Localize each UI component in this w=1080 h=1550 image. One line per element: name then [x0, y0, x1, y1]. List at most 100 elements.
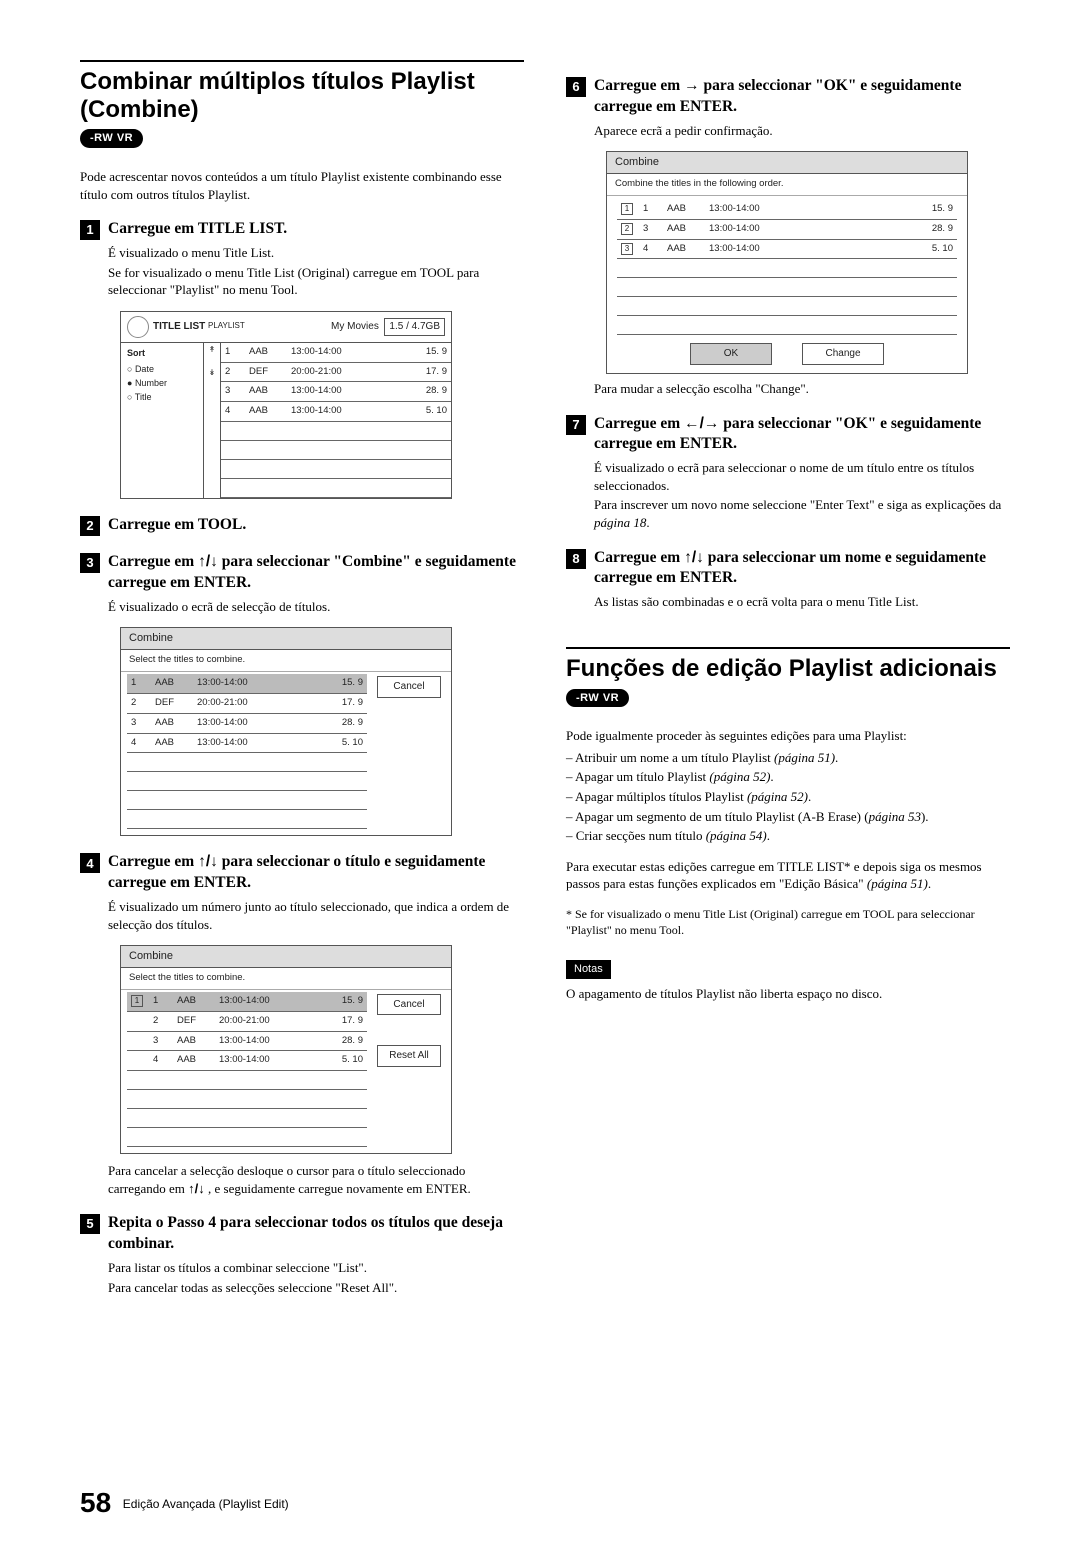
post-step4-b: , e seguidamente carregue novamente em E… [208, 1181, 471, 1196]
table-row-empty [617, 316, 957, 335]
arrow-first-icon: ↟ [209, 345, 216, 356]
title-list-sublabel: PLAYLIST [208, 321, 245, 332]
step-6: 6 Carregue em → para seleccionar "OK" e … [566, 76, 1010, 139]
disc-capacity: 1.5 / 4.7GB [384, 318, 445, 336]
sort-panel: Sort ○ Date ● Number ○ Title [121, 343, 204, 498]
sort-date[interactable]: ○ Date [127, 363, 197, 375]
change-button[interactable]: Change [802, 343, 884, 365]
section2-footnote: * Se for visualizado o menu Title List (… [566, 906, 1010, 938]
table-row[interactable]: 4AAB13:00-14:005. 10 [127, 1051, 367, 1071]
table-row-empty [617, 297, 957, 316]
step-7-head: 7 Carregue em ←/→ para seleccionar "OK" … [566, 414, 1010, 456]
table-row[interactable]: 2DEF20:00-21:0017. 9 [127, 693, 367, 713]
page-ref: página 18 [594, 515, 646, 530]
list-item: Apagar um segmento de um título Playlist… [566, 808, 1010, 826]
intro-paragraph: Pode acrescentar novos conteúdos a um tí… [80, 168, 524, 203]
table-row[interactable]: 2DEF20:00-21:0017. 9 [127, 1011, 367, 1031]
step-number-icon: 4 [80, 853, 100, 873]
sort-arrows: ↟ ↡ [204, 343, 221, 498]
step-3: 3 Carregue em ↑/↓ para seleccionar "Comb… [80, 552, 524, 615]
table-row-empty [127, 1109, 367, 1128]
title-list-ui: TITLE LIST PLAYLIST My Movies 1.5 / 4.7G… [120, 311, 524, 499]
left-column: Combinar múltiplos títulos Playlist (Com… [80, 60, 524, 1308]
sort-label: Sort [127, 347, 197, 359]
step-4-line1: É visualizado um número junto ao título … [108, 898, 524, 933]
list-item: Apagar um título Playlist (página 52). [566, 768, 1010, 786]
step-2: 2 Carregue em TOOL. [80, 515, 524, 536]
step-6-body: Aparece ecrã a pedir confirmação. [594, 122, 1010, 140]
cancel-button[interactable]: Cancel [377, 994, 441, 1016]
combine-subtitle: Combine the titles in the following orde… [607, 174, 967, 196]
step-7-body: É visualizado o ecrã para seleccionar o … [594, 459, 1010, 531]
combine-titlebar: Combine [121, 628, 451, 650]
step-2-head: 2 Carregue em TOOL. [80, 515, 524, 536]
page-ref: (página 51) [867, 876, 928, 891]
page-number: 58 [80, 1487, 111, 1518]
combine-ui-1: Combine Select the titles to combine. 1A… [120, 627, 524, 836]
step-number-icon: 7 [566, 415, 586, 435]
step-7-line2c: . [646, 515, 649, 530]
combine-ui-2: Combine Select the titles to combine. 11… [120, 945, 524, 1154]
left-right-arrow-icon: ←/→ [684, 415, 719, 432]
table-row[interactable]: 23AAB13:00-14:0028. 9 [617, 219, 957, 239]
reset-all-button[interactable]: Reset All [377, 1045, 441, 1067]
table-row[interactable]: 11AAB13:00-14:0015. 9 [617, 200, 957, 219]
step-8-body: As listas são combinadas e o ecrã volta … [594, 593, 1010, 611]
step-3-line1: É visualizado o ecrã de selecção de títu… [108, 598, 524, 616]
right-column: 6 Carregue em → para seleccionar "OK" e … [566, 60, 1010, 1308]
cancel-button[interactable]: Cancel [377, 676, 441, 698]
table-row[interactable]: 11AAB13:00-14:0015. 9 [127, 992, 367, 1011]
table-row-empty [221, 479, 451, 498]
step-3-title-a: Carregue em [108, 553, 198, 570]
step-6-line1: Aparece ecrã a pedir confirmação. [594, 122, 1010, 140]
step-7-title-a: Carregue em [594, 415, 684, 432]
table-row-empty [221, 422, 451, 441]
table-row[interactable]: 4AAB13:00-14:005. 10 [127, 733, 367, 753]
table-row[interactable]: 3AAB13:00-14:0028. 9 [127, 713, 367, 733]
step-1-line1: É visualizado o menu Title List. [108, 244, 524, 262]
table-row[interactable]: 1AAB13:00-14:0015. 9 [127, 674, 367, 693]
step-number-icon: 8 [566, 549, 586, 569]
post-step6-text: Para mudar a selecção escolha "Change". [594, 380, 1010, 398]
table-row[interactable]: 3AAB13:00-14:0028. 9 [221, 382, 451, 402]
step-4: 4 Carregue em ↑/↓ para seleccionar o tít… [80, 852, 524, 933]
table-row-empty [127, 1090, 367, 1109]
title-list-header: TITLE LIST PLAYLIST My Movies 1.5 / 4.7G… [121, 312, 451, 343]
combine-subtitle: Select the titles to combine. [121, 650, 451, 672]
step-4-body: É visualizado um número junto ao título … [108, 898, 524, 933]
list-item: Atribuir um nome a um título Playlist (p… [566, 749, 1010, 767]
table-row[interactable]: 34AAB13:00-14:005. 10 [617, 239, 957, 259]
right-arrow-icon: → [684, 77, 700, 94]
list-item: Apagar múltiplos títulos Playlist (págin… [566, 788, 1010, 806]
step-8-line1: As listas são combinadas e o ecrã volta … [594, 593, 1010, 611]
step-5-head: 5 Repita o Passo 4 para seleccionar todo… [80, 1213, 524, 1255]
step-8-head: 8 Carregue em ↑/↓ para seleccionar um no… [566, 548, 1010, 590]
step-5: 5 Repita o Passo 4 para seleccionar todo… [80, 1213, 524, 1296]
up-down-arrow-icon: ↑/↓ [198, 553, 218, 570]
up-down-arrow-icon: ↑/↓ [684, 549, 704, 566]
table-row-empty [617, 278, 957, 297]
ok-button[interactable]: OK [690, 343, 772, 365]
section2-intro: Pode igualmente proceder às seguintes ed… [566, 727, 1010, 745]
table-row[interactable]: 2DEF20:00-21:0017. 9 [221, 362, 451, 382]
sort-title[interactable]: ○ Title [127, 391, 197, 403]
list-item: Criar secções num título (página 54). [566, 827, 1010, 845]
table-row[interactable]: 1AAB13:00-14:0015. 9 [221, 343, 451, 362]
step-number-icon: 6 [566, 77, 586, 97]
table-row[interactable]: 4AAB13:00-14:005. 10 [221, 402, 451, 422]
disc-icon [127, 316, 149, 338]
step-5-line1: Para listar os títulos a combinar selecc… [108, 1259, 524, 1277]
section-title: Combinar múltiplos títulos Playlist (Com… [80, 68, 524, 123]
title-list-body: Sort ○ Date ● Number ○ Title ↟ ↡ 1AAB13:… [121, 343, 451, 498]
step-6-head: 6 Carregue em → para seleccionar "OK" e … [566, 76, 1010, 118]
combine-ui-3: Combine Combine the titles in the follow… [606, 151, 1010, 374]
table-row[interactable]: 3AAB13:00-14:0028. 9 [127, 1031, 367, 1051]
table-row-empty [127, 1071, 367, 1090]
step-4-title-a: Carregue em [108, 853, 198, 870]
step-6-title-a: Carregue em [594, 77, 684, 94]
table-row-empty [127, 810, 367, 829]
step-5-body: Para listar os títulos a combinar selecc… [108, 1259, 524, 1296]
step-7-line2a: Para inscrever um novo nome seleccione "… [594, 497, 1001, 512]
sort-number[interactable]: ● Number [127, 377, 197, 389]
step-1-title: Carregue em TITLE LIST. [108, 219, 287, 240]
